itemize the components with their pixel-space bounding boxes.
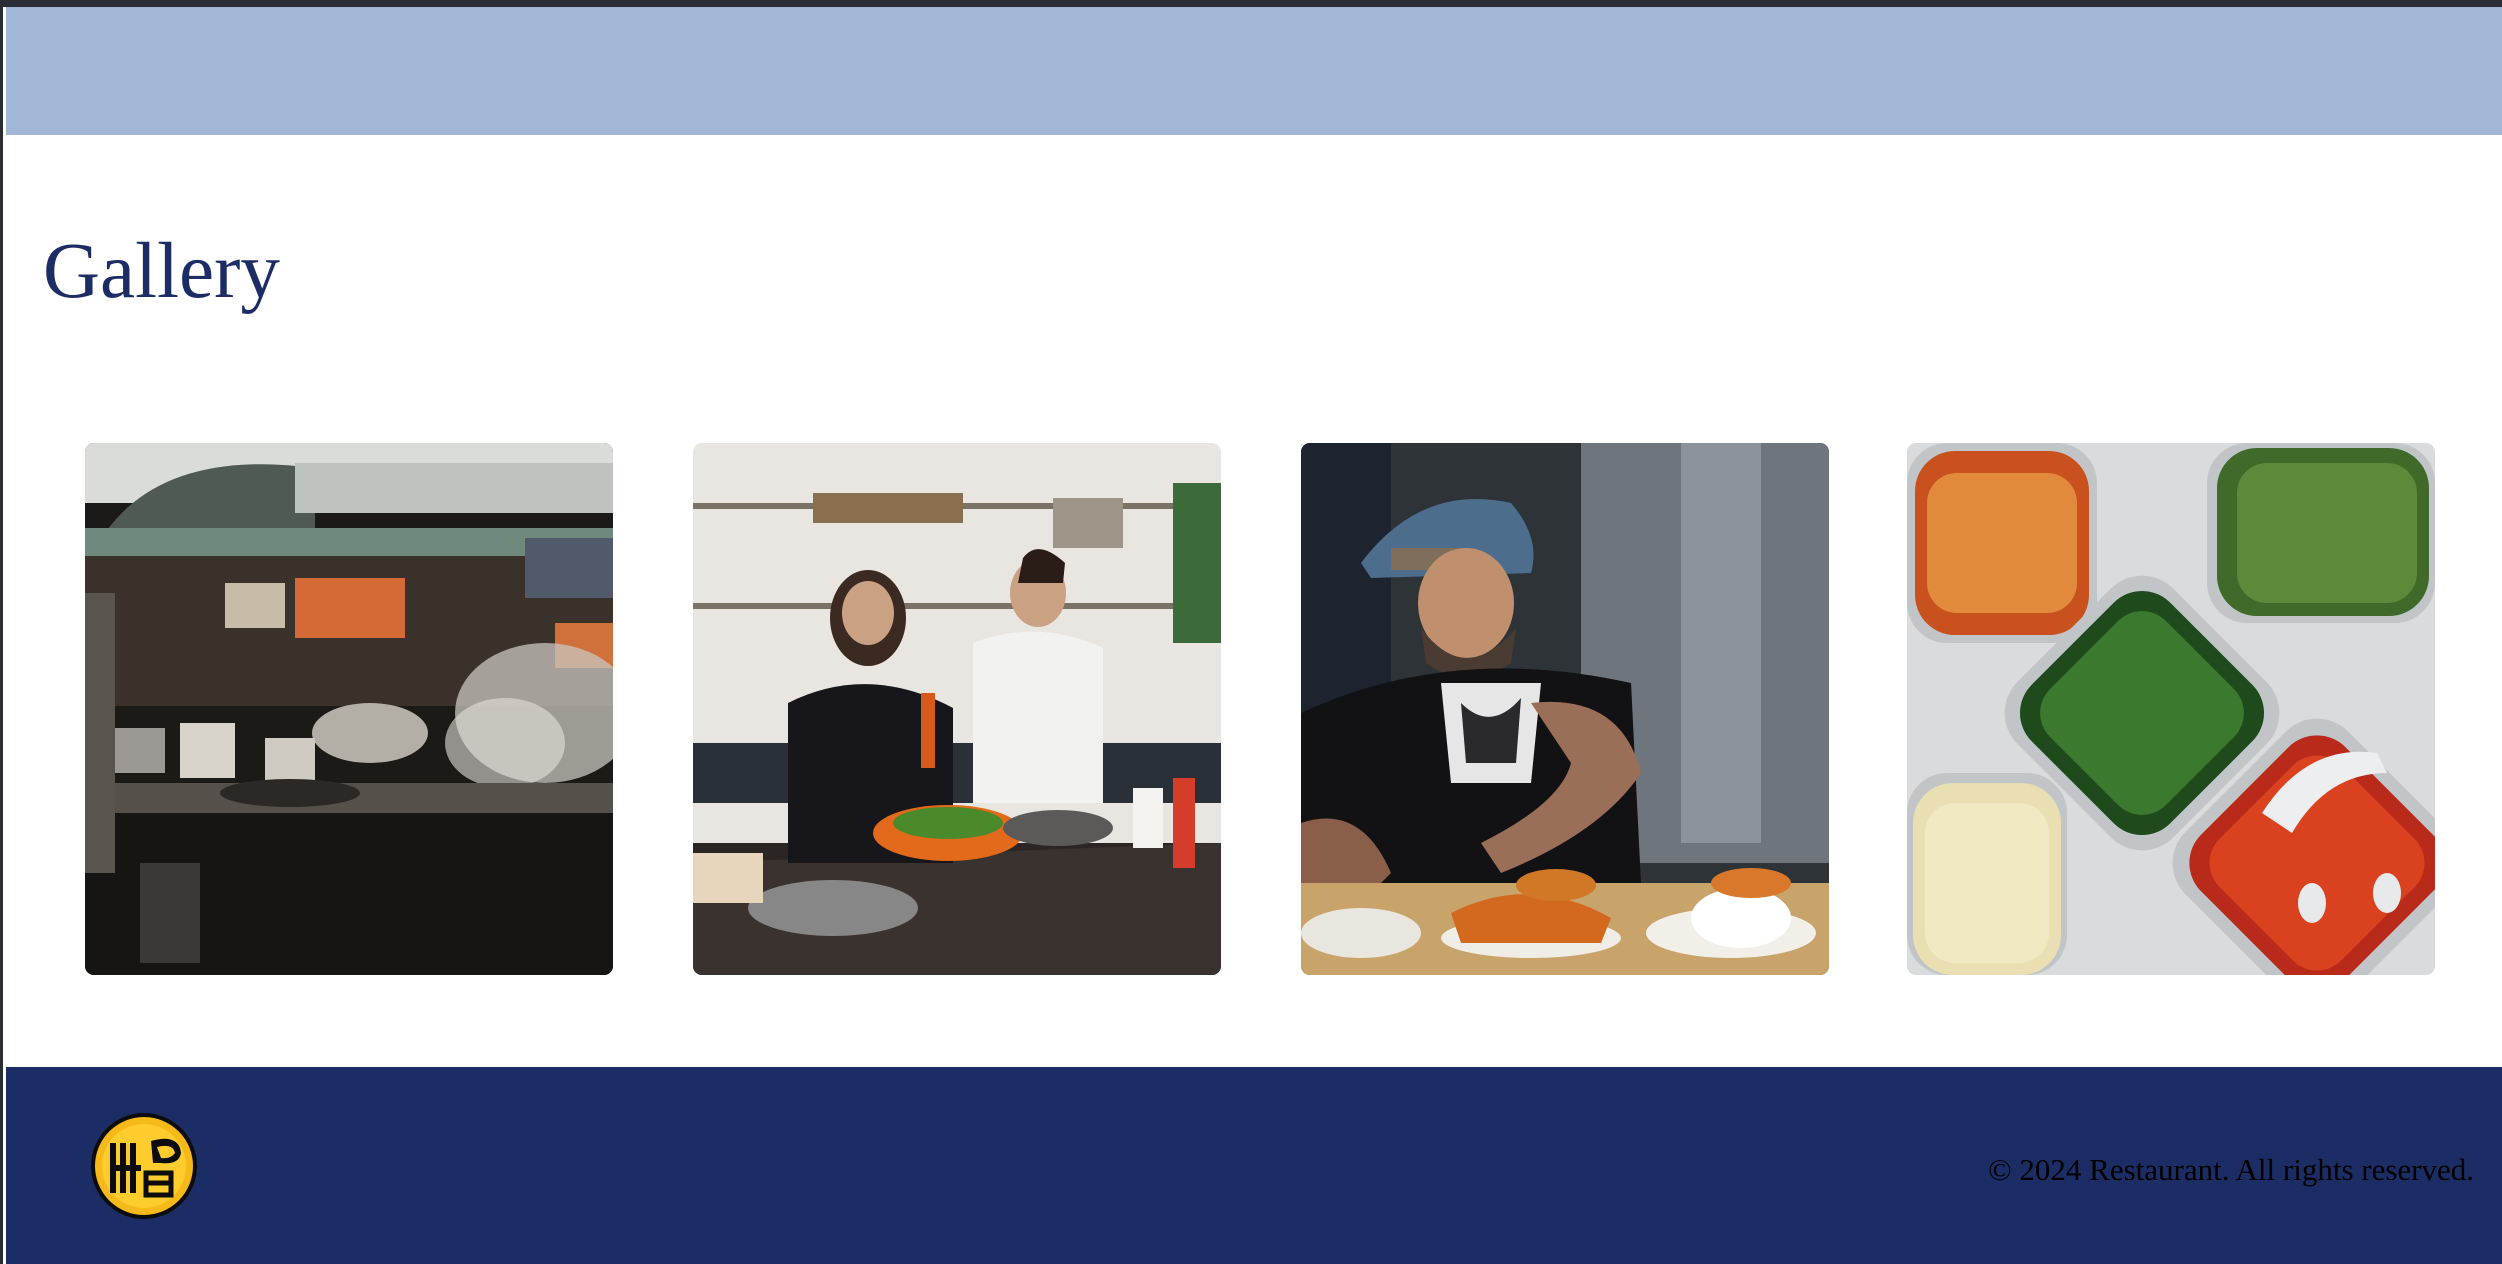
restaurant-logo-icon[interactable] [91,1113,197,1219]
gallery-image-chef-plating[interactable] [1301,443,1829,975]
page: Gallery © 2024 Restaurant. All rights re… [0,0,2502,1264]
gallery-image-street-food-stall[interactable] [85,443,613,975]
site-header [6,7,2502,135]
gallery-image-couple-cooking[interactable] [693,443,1221,975]
window-top-edge [3,0,2502,7]
gallery-image-salad-bar[interactable] [1907,443,2435,975]
page-title: Gallery [43,228,280,315]
copyright-text: © 2024 Restaurant. All rights reserved. [1988,1152,2474,1187]
gallery-grid [85,443,2435,975]
